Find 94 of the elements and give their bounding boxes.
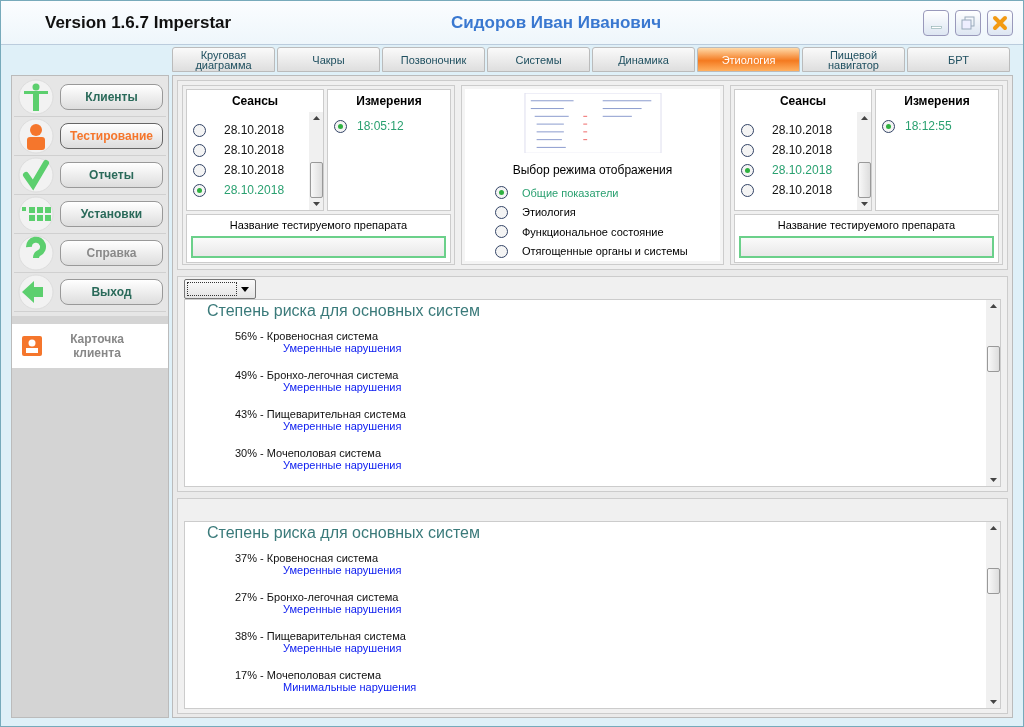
help-icon — [18, 235, 54, 271]
nav-button[interactable]: Отчеты — [60, 162, 163, 188]
risk-status: Умеренные нарушения — [282, 459, 403, 471]
display-mode-option[interactable]: Функциональное состояние — [489, 222, 664, 242]
scroll-up-icon[interactable] — [312, 116, 320, 120]
nav-button[interactable]: Установки — [60, 201, 163, 227]
scrollbar[interactable] — [857, 112, 871, 210]
scrollbar[interactable] — [986, 522, 1000, 708]
minimize-icon — [930, 26, 942, 29]
sessions-header: Сеансы — [230, 93, 280, 110]
minimize-button[interactable] — [923, 9, 949, 36]
caret-icon — [241, 286, 249, 292]
report-title: Степень риска для основных систем — [207, 523, 481, 543]
scroll-down-icon[interactable] — [860, 202, 868, 206]
system-risk: 43% - Пищеварительная система — [235, 408, 407, 420]
system-risk: 27% - Бронхо-легочная система — [235, 591, 400, 603]
app-version: Version 1.6.7 Imperstar — [45, 12, 233, 33]
session-option[interactable]: 28.10.2018 — [187, 160, 309, 180]
radio-button[interactable] — [741, 183, 754, 197]
scroll-up-icon[interactable] — [989, 526, 997, 530]
dropdown[interactable] — [184, 279, 256, 299]
session-option[interactable]: 28.10.2018 — [187, 140, 309, 160]
system-risk: 17% - Мочеполовая система — [235, 669, 382, 681]
scrollbar[interactable] — [986, 300, 1000, 486]
maximize-button[interactable] — [955, 9, 981, 36]
display-mode-option[interactable]: Отягощенные органы и системы — [489, 241, 688, 261]
tab[interactable]: Чакры — [277, 47, 380, 72]
system-risk: 49% - Бронхо-легочная система — [235, 369, 400, 381]
radio-button[interactable] — [741, 143, 754, 157]
grid-icon — [18, 196, 54, 232]
tab[interactable]: Позвоночник — [382, 47, 485, 72]
close-button[interactable] — [987, 9, 1013, 36]
scrollbar-thumb[interactable] — [986, 568, 1000, 594]
session-option[interactable]: 28.10.2018 — [735, 140, 857, 160]
user-icon — [22, 336, 42, 356]
scroll-down-icon[interactable] — [989, 478, 997, 482]
close-icon — [992, 14, 1008, 31]
tab[interactable]: Круговая диаграмма — [172, 47, 275, 72]
scroll-up-icon[interactable] — [860, 116, 868, 120]
drug-label: Название тестируемого препарата — [776, 218, 957, 233]
radio-button[interactable] — [193, 143, 206, 157]
scrollbar-thumb[interactable] — [309, 161, 323, 199]
tab[interactable]: БРТ — [907, 47, 1010, 72]
radio-button[interactable] — [334, 119, 347, 133]
risk-status: Минимальные нарушения — [282, 681, 418, 693]
scrollbar-thumb[interactable] — [986, 346, 1000, 372]
sessions-header: Сеансы — [778, 93, 828, 110]
tab[interactable]: Пищевой навигатор — [802, 47, 905, 72]
system-risk: 37% - Кровеносная система — [235, 552, 380, 564]
scrollbar[interactable] — [309, 112, 323, 210]
system-risk: 38% - Пищеварительная система — [235, 630, 407, 642]
radio-button[interactable] — [495, 244, 508, 258]
risk-status: Умеренные нарушения — [282, 342, 403, 354]
scrollbar-thumb[interactable] — [857, 161, 871, 199]
radio-button[interactable] — [741, 163, 754, 177]
radio-button[interactable] — [741, 123, 754, 137]
display-mode-title: Выбор режима отображения — [512, 163, 673, 178]
drug-input-field[interactable] — [739, 236, 994, 258]
radio-button[interactable] — [193, 183, 206, 197]
radio-button[interactable] — [495, 186, 508, 200]
client-name: Сидоров Иван Иванович — [451, 12, 663, 33]
system-risk: 30% - Мочеполовая система — [235, 447, 382, 459]
measurements-header: Измерения — [903, 93, 971, 110]
session-option[interactable]: 28.10.2018 — [735, 120, 857, 140]
tab[interactable]: Динамика — [592, 47, 695, 72]
checkmark-icon — [18, 157, 54, 193]
risk-status: Умеренные нарушения — [282, 381, 403, 393]
risk-status: Умеренные нарушения — [282, 603, 403, 615]
radio-button[interactable] — [193, 163, 206, 177]
measurements-header: Измерения — [355, 93, 423, 110]
scroll-down-icon[interactable] — [312, 202, 320, 206]
scroll-down-icon[interactable] — [989, 700, 997, 704]
display-mode-option[interactable]: Этиология — [489, 202, 576, 223]
risk-status: Умеренные нарушения — [282, 642, 403, 654]
drug-input-field[interactable] — [191, 236, 446, 258]
radio-button[interactable] — [495, 225, 508, 239]
arrow-left-icon — [18, 274, 54, 310]
user-icon — [18, 118, 54, 154]
maximize-icon — [961, 15, 975, 30]
drug-label: Название тестируемого препарата — [228, 218, 409, 233]
radio-button[interactable] — [882, 119, 895, 133]
session-option[interactable]: 28.10.2018 — [735, 180, 857, 200]
scroll-up-icon[interactable] — [989, 304, 997, 308]
nav-button[interactable]: Клиенты — [60, 84, 163, 110]
radio-button[interactable] — [193, 123, 206, 137]
risk-status: Умеренные нарушения — [282, 420, 403, 432]
tab[interactable]: Системы — [487, 47, 590, 72]
report-title: Степень риска для основных систем — [207, 301, 481, 321]
person-icon — [18, 79, 54, 115]
risk-status: Умеренные нарушения — [282, 564, 403, 576]
nav-button[interactable]: Выход — [60, 279, 163, 305]
session-option[interactable]: 28.10.2018 — [187, 120, 309, 140]
system-risk: 56% - Кровеносная система — [235, 330, 380, 342]
radio-button[interactable] — [495, 205, 508, 219]
